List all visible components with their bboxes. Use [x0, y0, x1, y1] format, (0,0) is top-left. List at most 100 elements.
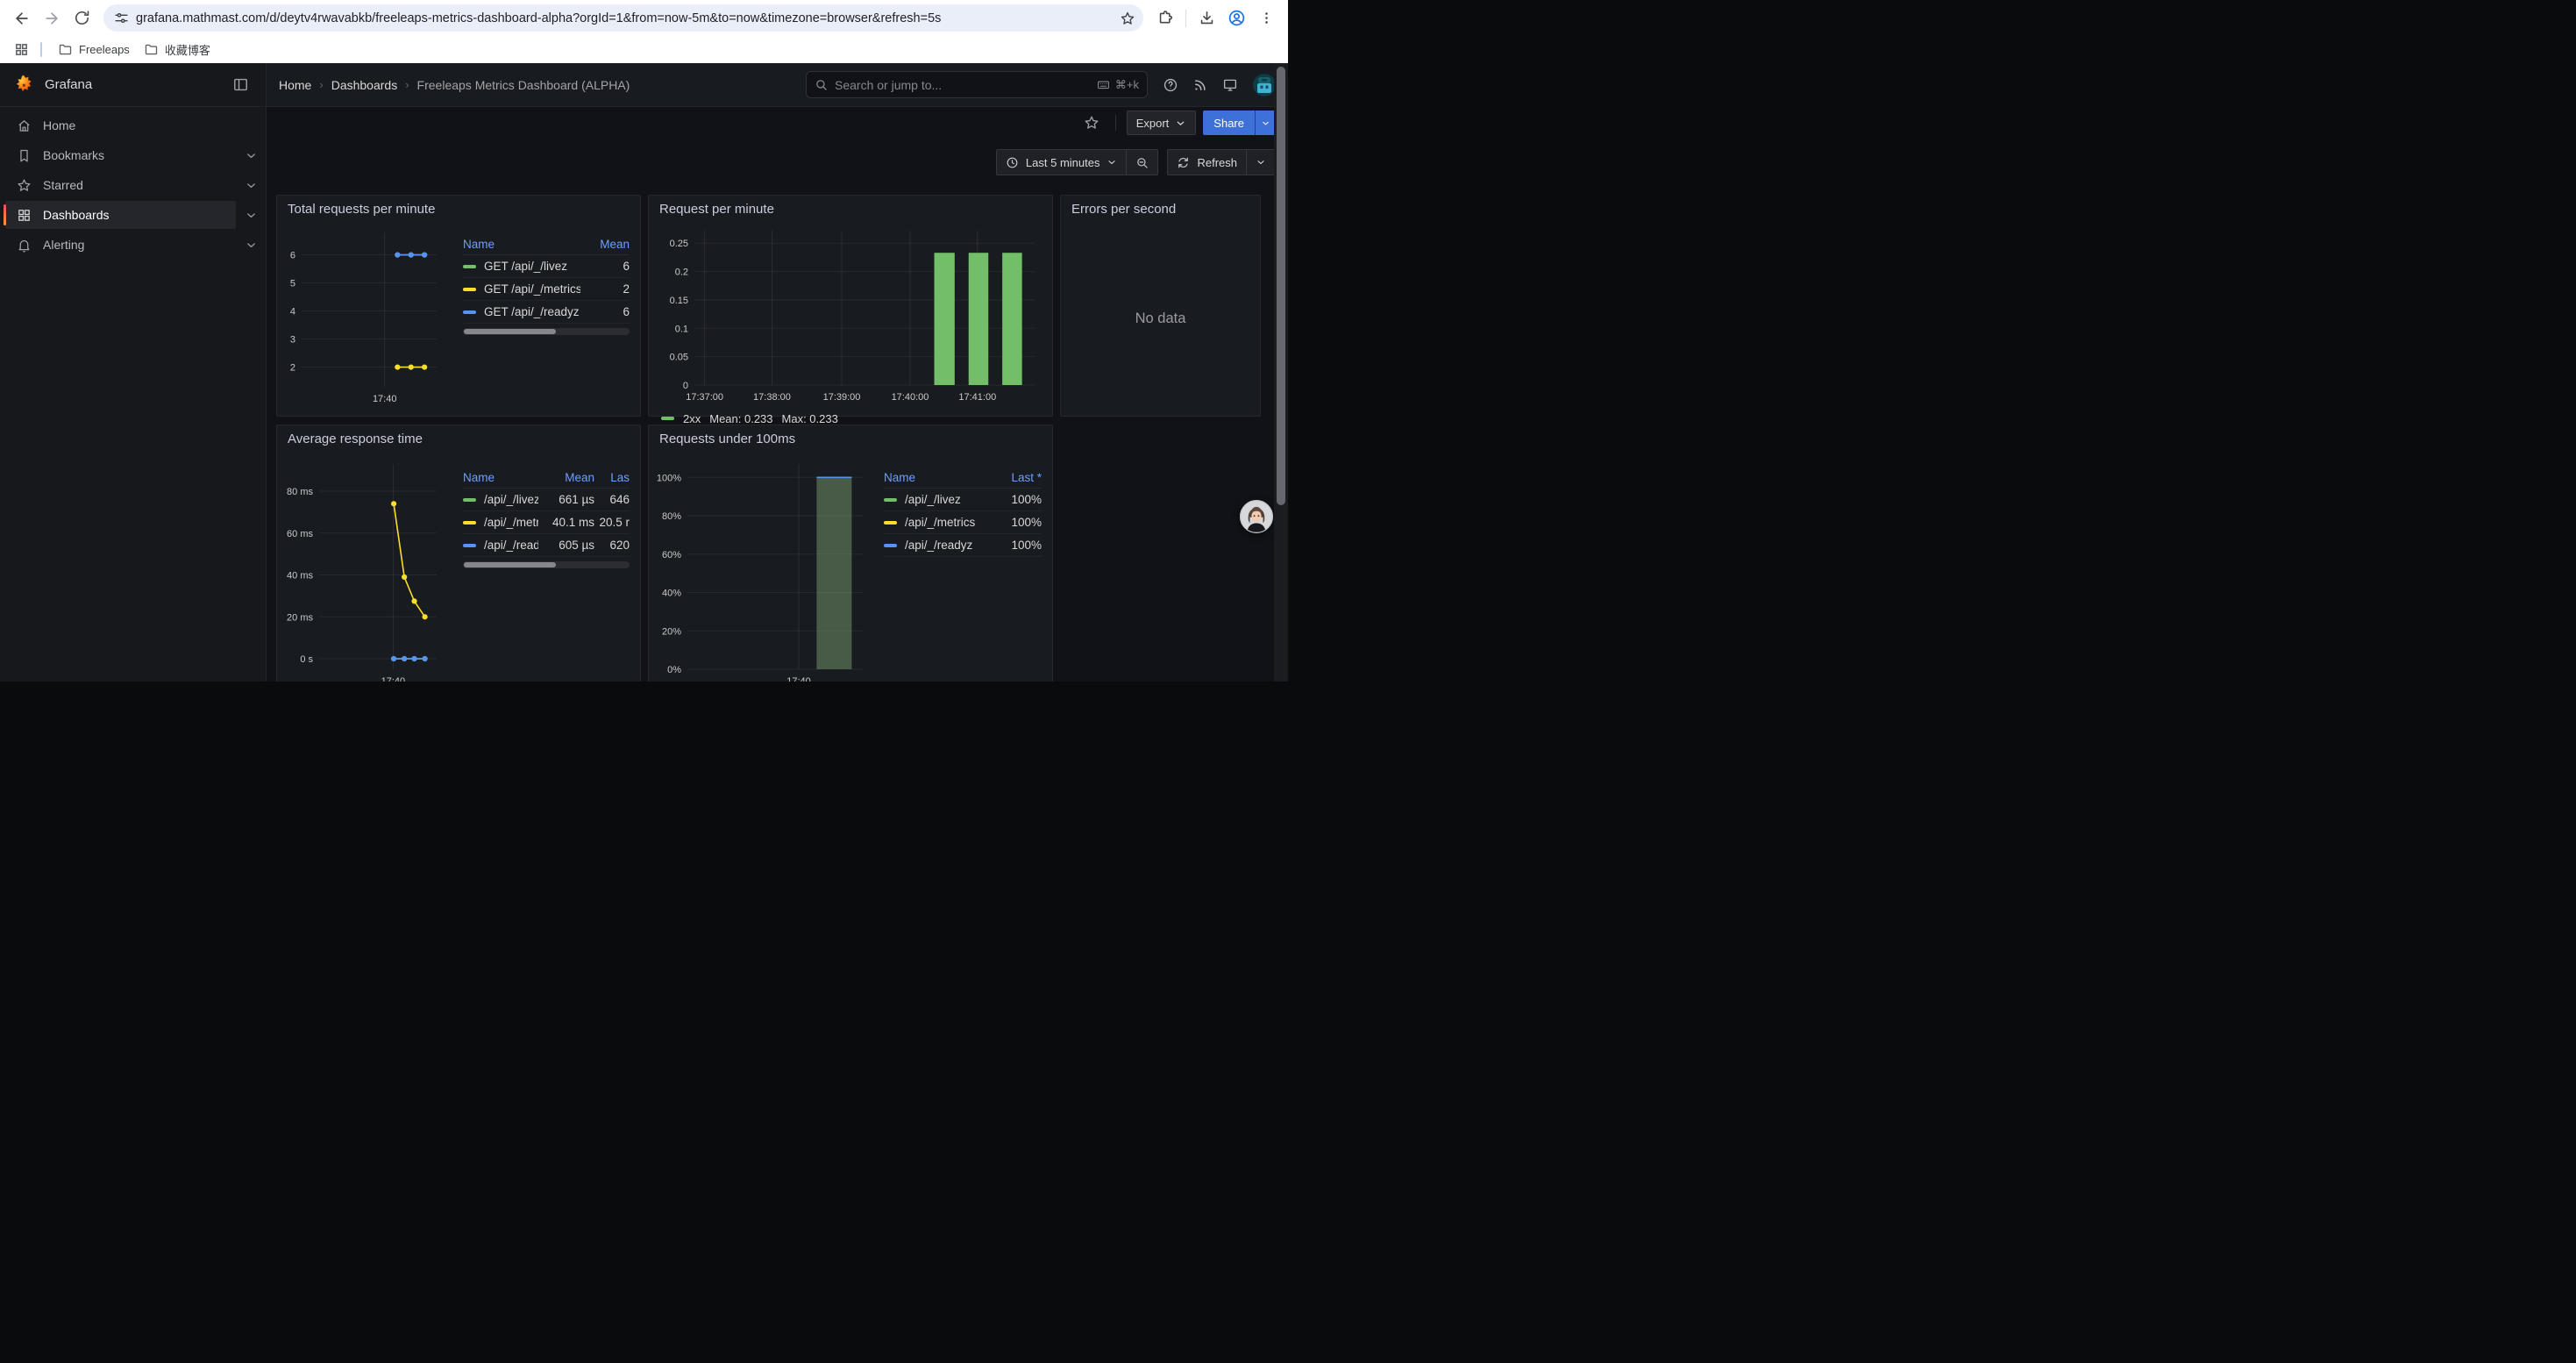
main-area: Home › Dashboards › Freeleaps Metrics Da… — [267, 63, 1288, 682]
legend-scrollbar[interactable] — [463, 328, 630, 335]
time-range-picker[interactable]: Last 5 minutes — [997, 150, 1127, 175]
bookmark-icon — [17, 148, 32, 163]
svg-text:40%: 40% — [662, 589, 681, 599]
legend-row[interactable]: /api/_/metrics100% — [884, 511, 1042, 534]
sidebar-item-home-button[interactable]: Home — [5, 111, 266, 139]
panel-title[interactable]: Average response time — [277, 425, 640, 452]
help-icon[interactable] — [1158, 73, 1183, 97]
legend-scrollbar-thumb[interactable] — [464, 562, 556, 567]
series-color-pill — [463, 544, 476, 547]
series-name: GET /api/_/readyz — [484, 305, 580, 318]
sidebar-collapse-icon[interactable] — [227, 72, 253, 98]
legend-row[interactable]: /api/_/readyz605 µs620 — [463, 534, 630, 557]
legend-col-name[interactable]: Name — [463, 471, 538, 484]
legend-row[interactable]: GET /api/_/metrics2 — [463, 278, 630, 301]
apps-shortcut-icon[interactable] — [9, 38, 33, 62]
legend-col-mean[interactable]: Mean — [538, 471, 594, 484]
user-avatar[interactable] — [1253, 74, 1276, 96]
profile-icon[interactable] — [1221, 4, 1251, 33]
sidebar-item-alerting-button[interactable]: Alerting — [5, 231, 236, 259]
reload-icon[interactable] — [67, 4, 96, 33]
export-button[interactable]: Export — [1127, 111, 1197, 135]
panel-title[interactable]: Total requests per minute — [277, 196, 640, 222]
legend-col-last-[interactable]: Last * — [993, 471, 1042, 484]
series-name: /api/_/readyz — [905, 539, 972, 552]
legend-row[interactable]: /api/_/livez100% — [884, 489, 1042, 511]
panel-title[interactable]: Requests under 100ms — [649, 425, 1052, 452]
legend-row[interactable]: GET /api/_/readyz6 — [463, 301, 630, 324]
legend-row[interactable]: /api/_/livez661 µs646 — [463, 489, 630, 511]
series-name: /api/_/livez — [484, 493, 538, 506]
forward-icon[interactable] — [37, 4, 67, 33]
zoom-out-icon — [1135, 156, 1149, 169]
site-settings-icon[interactable] — [114, 11, 129, 25]
series-value: 6 — [580, 260, 630, 273]
display-icon[interactable] — [1218, 73, 1242, 97]
avg-response-time-chart[interactable]: 80 ms60 ms40 ms20 ms0 s17:40 — [279, 452, 451, 682]
folder-icon — [58, 42, 73, 57]
legend-col-name[interactable]: Name — [884, 471, 993, 484]
actions-divider — [1115, 115, 1116, 131]
share-menu-chevron-icon[interactable] — [1255, 111, 1276, 135]
legend-col-las[interactable]: Las — [594, 471, 630, 484]
search-shortcut: ⌘+k — [1096, 78, 1139, 92]
breadcrumb-dashboards[interactable]: Dashboards — [331, 78, 398, 92]
svg-text:0%: 0% — [667, 665, 681, 675]
chevron-down-icon[interactable] — [236, 170, 266, 200]
svg-text:5: 5 — [290, 279, 295, 289]
refresh-button[interactable]: Refresh — [1168, 150, 1246, 175]
series-color-pill — [463, 288, 476, 291]
total-requests-chart[interactable]: 6543217:40 — [279, 222, 451, 408]
legend-col-mean[interactable]: Mean — [580, 238, 630, 251]
panel-title[interactable]: Request per minute — [649, 196, 1052, 222]
svg-text:20 ms: 20 ms — [287, 612, 313, 623]
bookmarks-bar: Freeleaps 收藏博客 — [0, 36, 1288, 63]
panel-under-100ms: Requests under 100ms 100%80%60%40%20%0%1… — [648, 425, 1053, 682]
chevron-down-icon[interactable] — [236, 140, 266, 170]
refresh-interval-chevron-icon[interactable] — [1246, 150, 1275, 175]
page-scrollbar[interactable] — [1274, 63, 1288, 682]
chevron-down-icon — [1107, 157, 1117, 168]
panel-title[interactable]: Errors per second — [1061, 196, 1260, 222]
back-icon[interactable] — [7, 4, 37, 33]
legend-row[interactable]: /api/_/readyz100% — [884, 534, 1042, 557]
sidebar-item-alerting: Alerting — [0, 230, 266, 260]
svg-text:80%: 80% — [662, 511, 681, 522]
legend-row[interactable]: GET /api/_/livez6 — [463, 255, 630, 278]
under-100ms-chart[interactable]: 100%80%60%40%20%0%17:40 — [651, 452, 872, 682]
legend-scrollbar[interactable] — [463, 561, 630, 568]
legend-row[interactable]: /api/_/metrics40.1 ms20.5 r — [463, 511, 630, 534]
breadcrumb-home[interactable]: Home — [279, 78, 311, 92]
extensions-icon[interactable] — [1150, 4, 1180, 33]
downloads-icon[interactable] — [1192, 4, 1221, 33]
scrollbar-thumb[interactable] — [1277, 67, 1285, 505]
url-text[interactable]: grafana.mathmast.com/d/deytv4rwavabkb/fr… — [136, 11, 1114, 25]
series-value: 40.1 ms — [538, 516, 594, 529]
legend-col-name[interactable]: Name — [463, 238, 580, 251]
series-value: 605 µs — [538, 539, 594, 552]
chevron-down-icon[interactable] — [236, 230, 266, 260]
bookmark-folder-freeleaps[interactable]: Freeleaps — [51, 39, 137, 61]
chevron-down-icon[interactable] — [236, 200, 266, 230]
sidebar-item-dashboards-button[interactable]: Dashboards — [5, 201, 236, 229]
legend-header: NameMean — [463, 234, 630, 255]
series-value: 100% — [993, 493, 1042, 506]
svg-text:17:40: 17:40 — [373, 394, 397, 404]
news-rss-icon[interactable] — [1188, 73, 1213, 97]
series-color-pill — [463, 521, 476, 525]
bookmark-folder-blogs[interactable]: 收藏博客 — [137, 39, 217, 61]
grafana-logo[interactable] — [12, 74, 35, 96]
request-per-minute-chart[interactable]: 0.250.20.150.10.05017:37:0017:38:0017:39… — [659, 222, 1043, 408]
sidebar-item-starred-button[interactable]: Starred — [5, 171, 236, 199]
floating-assistant-avatar[interactable] — [1240, 500, 1273, 533]
search-input[interactable]: Search or jump to... ⌘+k — [806, 71, 1148, 98]
zoom-out-button[interactable] — [1126, 150, 1157, 175]
svg-text:20%: 20% — [662, 626, 681, 637]
browser-menu-icon[interactable] — [1251, 4, 1281, 33]
legend-scrollbar-thumb[interactable] — [464, 329, 556, 334]
favorite-star-icon[interactable] — [1078, 110, 1105, 136]
url-bar[interactable]: grafana.mathmast.com/d/deytv4rwavabkb/fr… — [103, 4, 1143, 32]
sidebar-item-bookmarks-button[interactable]: Bookmarks — [5, 141, 236, 169]
bookmark-star-icon[interactable] — [1114, 6, 1142, 31]
share-button[interactable]: Share — [1203, 111, 1255, 135]
